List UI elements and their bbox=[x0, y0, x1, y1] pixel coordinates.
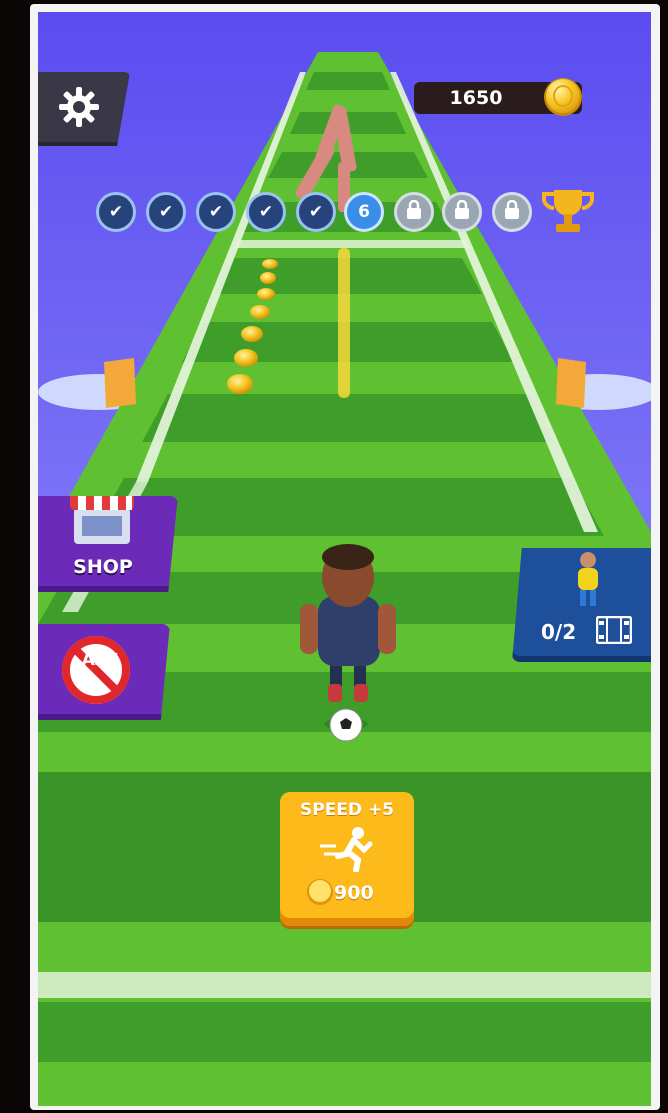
level-complete-badge: ✔ bbox=[196, 192, 236, 232]
level-complete-badge: ✔ bbox=[246, 192, 286, 232]
no-ads-icon bbox=[58, 632, 134, 708]
shop-button[interactable]: SHOP bbox=[38, 496, 178, 592]
checkmark-icon: ✔ bbox=[208, 202, 224, 222]
locked-level-badge bbox=[394, 192, 434, 232]
speed-upgrade-label: SPEED +5 bbox=[299, 800, 395, 820]
coin-icon bbox=[542, 76, 584, 118]
trophy-icon bbox=[540, 186, 596, 236]
rescue-teammate-card[interactable] bbox=[512, 548, 651, 662]
speed-upgrade-cost: 900 bbox=[334, 882, 374, 904]
lock-icon bbox=[453, 199, 471, 225]
runner-icon bbox=[318, 826, 378, 873]
settings-button[interactable] bbox=[38, 72, 130, 146]
level-complete-badge: ✔ bbox=[96, 192, 136, 232]
level-complete-badge: ✔ bbox=[146, 192, 186, 232]
coin-trail-center bbox=[338, 248, 350, 398]
game-screen[interactable]: 1650 ✔ ✔ ✔ ✔ ✔ 6 SHOP ADS 0/2 SPEED +5 9… bbox=[38, 12, 651, 1106]
level-complete-badge: ✔ bbox=[296, 192, 336, 232]
checkmark-icon: ✔ bbox=[258, 202, 274, 222]
current-level-badge: 6 bbox=[344, 192, 384, 232]
no-ads-label: ADS bbox=[81, 650, 120, 670]
locked-level-badge bbox=[492, 192, 532, 232]
rescue-progress: 0/2 bbox=[541, 620, 577, 644]
gear-icon bbox=[59, 85, 101, 133]
lock-icon bbox=[503, 199, 521, 225]
locked-level-badge bbox=[442, 192, 482, 232]
checkmark-icon: ✔ bbox=[108, 202, 124, 222]
level-progress-bar: ✔ ✔ ✔ ✔ ✔ 6 bbox=[96, 190, 616, 248]
lock-icon bbox=[405, 199, 423, 225]
shop-label: SHOP bbox=[73, 556, 133, 578]
coin-count: 1650 bbox=[449, 87, 503, 109]
film-icon bbox=[595, 615, 633, 645]
checkmark-icon: ✔ bbox=[158, 202, 174, 222]
no-ads-button[interactable] bbox=[38, 624, 170, 720]
coin-icon bbox=[306, 878, 334, 906]
teammate-figure-icon bbox=[568, 550, 608, 610]
checkmark-icon: ✔ bbox=[308, 202, 324, 222]
